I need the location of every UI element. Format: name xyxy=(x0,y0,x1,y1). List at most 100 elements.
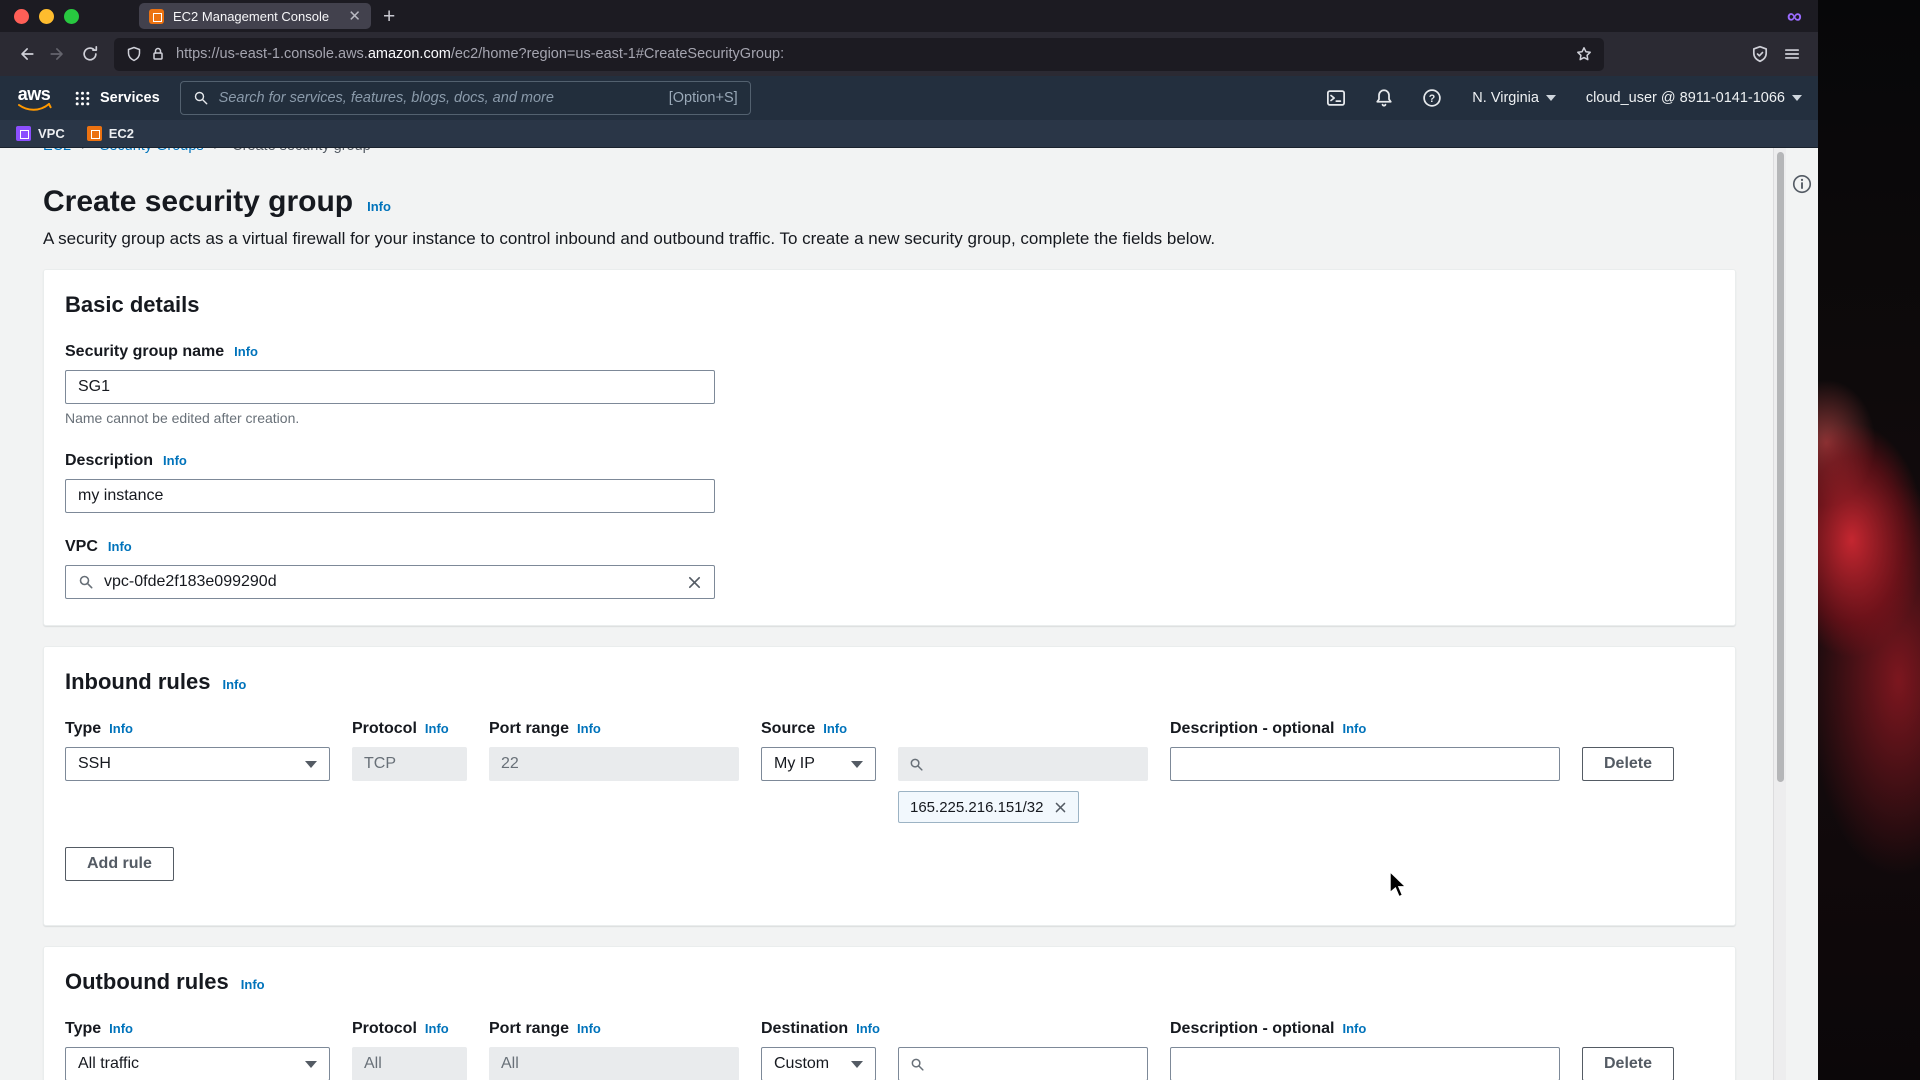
menu-hamburger-icon[interactable] xyxy=(1776,38,1808,70)
outbound-rules-info-link[interactable]: Info xyxy=(241,977,265,992)
source-token-row: 165.225.216.151/32 xyxy=(898,791,1714,823)
search-icon xyxy=(194,91,208,105)
aws-console-header: aws Services Search for services, featur… xyxy=(0,76,1818,120)
back-button[interactable] xyxy=(10,38,42,70)
security-group-name-input[interactable] xyxy=(65,370,715,404)
vpc-label: VPC xyxy=(65,538,98,555)
protocol-column-label: Protocol xyxy=(352,1020,417,1037)
aws-logo[interactable]: aws xyxy=(16,85,52,112)
new-tab-button[interactable]: + xyxy=(383,6,395,27)
inbound-rules-info-link[interactable]: Info xyxy=(222,677,246,692)
source-column-label: Source xyxy=(761,720,816,737)
page-title-info-link[interactable]: Info xyxy=(367,199,391,214)
destination-info-link[interactable]: Info xyxy=(856,1021,880,1036)
reload-button[interactable] xyxy=(74,38,106,70)
aws-search-input[interactable]: Search for services, features, blogs, do… xyxy=(179,81,751,115)
inbound-delete-button[interactable]: Delete xyxy=(1582,747,1675,781)
window-zoom-button[interactable] xyxy=(64,8,79,24)
inbound-description-input[interactable] xyxy=(1170,747,1560,781)
search-icon xyxy=(911,1058,924,1071)
help-panel-strip xyxy=(1786,148,1818,1080)
address-bar[interactable]: https://us-east-1.console.aws.amazon.com… xyxy=(114,37,1604,71)
breadcrumb-separator: > xyxy=(214,148,222,154)
outbound-port-range-field: All xyxy=(489,1047,739,1080)
tracking-shield-icon[interactable] xyxy=(126,46,142,62)
token-remove-icon[interactable] xyxy=(1054,801,1067,814)
vpc-info-link[interactable]: Info xyxy=(108,539,132,554)
protocol-info-link[interactable]: Info xyxy=(425,721,449,736)
outbound-destination-select[interactable]: Custom xyxy=(761,1047,876,1080)
description-label: Description xyxy=(65,452,154,469)
inbound-type-select[interactable]: SSH xyxy=(65,747,330,781)
search-icon xyxy=(910,758,923,771)
window-minimize-button[interactable] xyxy=(39,8,54,24)
main-scroll-area: EC2 > Security Groups > Create security … xyxy=(0,148,1773,1080)
chevron-down-icon xyxy=(1792,95,1802,101)
svg-text:?: ? xyxy=(1429,93,1435,105)
chevron-down-icon xyxy=(851,1060,863,1068)
favorite-vpc[interactable]: VPC xyxy=(16,126,65,141)
chevron-down-icon xyxy=(305,1060,317,1068)
protocol-info-link[interactable]: Info xyxy=(425,1021,449,1036)
description-column-info-link[interactable]: Info xyxy=(1342,1021,1366,1036)
url-text: https://us-east-1.console.aws.amazon.com… xyxy=(176,46,785,62)
region-selector[interactable]: N. Virginia xyxy=(1472,90,1556,106)
breadcrumb-ec2[interactable]: EC2 xyxy=(43,148,71,154)
inbound-source-search xyxy=(898,747,1148,781)
outbound-destination-search[interactable] xyxy=(898,1047,1148,1080)
inbound-source-select[interactable]: My IP xyxy=(761,747,876,781)
port-range-info-link[interactable]: Info xyxy=(577,1021,601,1036)
port-range-info-link[interactable]: Info xyxy=(577,721,601,736)
search-placeholder: Search for services, features, blogs, do… xyxy=(218,90,554,106)
screen: EC2 Management Console ✕ + ∞ https://us-… xyxy=(0,0,1920,1080)
port-range-column-label: Port range xyxy=(489,720,570,737)
outbound-delete-button[interactable]: Delete xyxy=(1582,1047,1675,1080)
type-info-link[interactable]: Info xyxy=(109,721,133,736)
services-menu-button[interactable]: Services xyxy=(74,90,160,107)
cloudshell-button[interactable] xyxy=(1326,88,1346,108)
description-info-link[interactable]: Info xyxy=(163,453,187,468)
browser-logo-icon[interactable]: ∞ xyxy=(1787,6,1802,27)
outbound-description-input[interactable] xyxy=(1170,1047,1560,1080)
bookmark-star-icon[interactable] xyxy=(1576,46,1592,62)
type-column-label: Type xyxy=(65,1020,102,1037)
clear-vpc-icon[interactable] xyxy=(687,575,702,590)
outbound-rules-title: Outbound rules xyxy=(65,969,229,994)
forward-button[interactable] xyxy=(42,38,74,70)
lock-icon[interactable] xyxy=(150,46,166,62)
vertical-scrollbar[interactable] xyxy=(1773,148,1786,1080)
browser-window: EC2 Management Console ✕ + ∞ https://us-… xyxy=(0,0,1818,1080)
tab-bar: EC2 Management Console ✕ + ∞ xyxy=(0,0,1818,32)
description-column-info-link[interactable]: Info xyxy=(1342,721,1366,736)
tab-close-icon[interactable]: ✕ xyxy=(348,9,361,24)
notifications-bell-button[interactable] xyxy=(1374,88,1394,108)
account-menu[interactable]: cloud_user @ 8911-0141-1066 xyxy=(1586,90,1802,106)
name-info-link[interactable]: Info xyxy=(234,344,258,359)
source-cidr-token: 165.225.216.151/32 xyxy=(898,791,1080,823)
breadcrumb: EC2 > Security Groups > Create security … xyxy=(43,148,1773,157)
window-close-button[interactable] xyxy=(14,8,29,24)
privacy-badge-icon[interactable] xyxy=(1744,38,1776,70)
type-info-link[interactable]: Info xyxy=(109,1021,133,1036)
vpc-input[interactable] xyxy=(104,573,677,591)
tab-ec2-console[interactable]: EC2 Management Console ✕ xyxy=(139,3,371,29)
favorite-ec2[interactable]: EC2 xyxy=(86,126,134,141)
page-title: Create security group xyxy=(43,185,354,218)
tab-title: EC2 Management Console xyxy=(173,8,330,24)
scrollbar-thumb[interactable] xyxy=(1776,152,1784,782)
breadcrumb-security-groups[interactable]: Security Groups xyxy=(100,148,204,154)
outbound-rule-row: All traffic All All Custom Delete xyxy=(65,1047,1714,1080)
add-rule-button[interactable]: Add rule xyxy=(65,847,174,881)
vpc-service-icon xyxy=(16,126,31,141)
type-column-label: Type xyxy=(65,720,102,737)
outbound-type-select[interactable]: All traffic xyxy=(65,1047,330,1080)
source-info-link[interactable]: Info xyxy=(823,721,847,736)
help-button[interactable]: ? xyxy=(1422,88,1442,108)
info-panel-icon[interactable] xyxy=(1792,174,1812,194)
vpc-select[interactable] xyxy=(65,565,715,599)
chevron-down-icon xyxy=(1545,95,1556,101)
chevron-down-icon xyxy=(851,760,863,768)
breadcrumb-current: Create security group xyxy=(232,148,371,154)
description-input[interactable] xyxy=(65,479,715,513)
navigation-toolbar: https://us-east-1.console.aws.amazon.com… xyxy=(0,32,1818,76)
